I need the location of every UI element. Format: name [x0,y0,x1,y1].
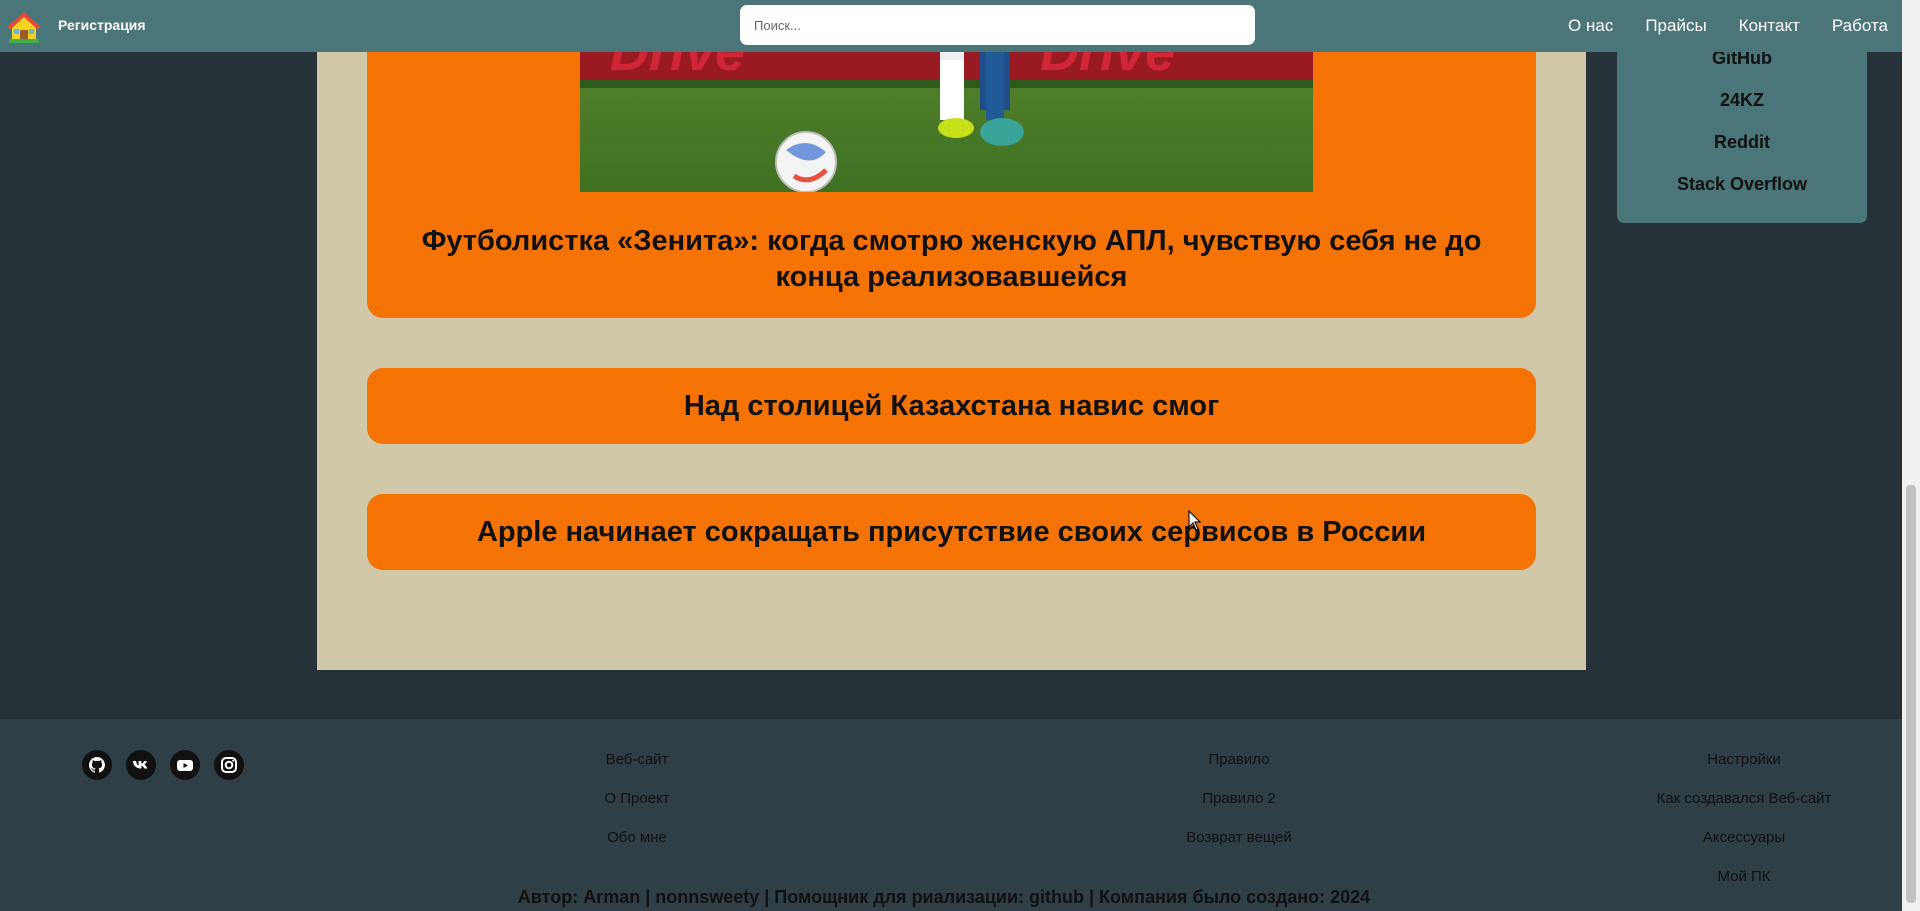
scrollbar-thumb[interactable] [1906,485,1916,903]
search-input[interactable] [740,5,1255,45]
sidebar-link-github[interactable]: GitHub [1617,48,1867,90]
vk-icon[interactable] [126,750,156,780]
footer-link-rule[interactable]: Правило [1139,750,1339,789]
footer-column-site: Веб-сайт О Проект Обо мне [537,750,737,867]
sidebar-link-24kz[interactable]: 24KZ [1617,90,1867,132]
article-title[interactable]: Над столицей Казахстана навис смог [684,388,1219,424]
footer-column-rules: Правило Правило 2 Возврат вещей [1139,750,1339,867]
house-icon[interactable] [6,10,42,44]
top-nav: О нас Прайсы Контакт Работа [1568,0,1888,52]
footer-link-returns[interactable]: Возврат вещей [1139,828,1339,867]
footer: Веб-сайт О Проект Обо мне Правило Правил… [0,719,1902,911]
article-title[interactable]: Футболистка «Зенита»: когда смотрю женск… [397,223,1506,295]
footer-link-project[interactable]: О Проект [537,789,737,828]
footer-link-rule-2[interactable]: Правило 2 [1139,789,1339,828]
instagram-icon[interactable] [214,750,244,780]
nav-item-contact[interactable]: Контакт [1739,16,1800,36]
sidebar-link-reddit[interactable]: Reddit [1617,132,1867,174]
article-title[interactable]: Apple начинает сокращать присутствие сво… [477,514,1426,550]
footer-column-settings: Настройки Как создавался Веб-сайт Аксесс… [1614,750,1874,906]
header: Регистрация О нас Прайсы Контакт Работа [0,0,1902,52]
footer-credits: Автор: Arman | nonnsweety | Помощник для… [517,887,1371,907]
article-card[interactable]: Apple начинает сокращать присутствие сво… [367,494,1536,570]
register-link[interactable]: Регистрация [58,17,146,33]
footer-link-settings[interactable]: Настройки [1614,750,1874,789]
page: Регистрация О нас Прайсы Контакт Работа [0,0,1920,911]
nav-item-prices[interactable]: Прайсы [1645,16,1706,36]
sidebar-link-stackoverflow[interactable]: Stack Overflow [1617,174,1867,216]
main-content: Drive Drive Футболистка «Зенита»: когда … [317,0,1586,670]
footer-link-website[interactable]: Веб-сайт [537,750,737,789]
footer-link-accessories[interactable]: Аксессуары [1614,828,1874,867]
youtube-icon[interactable] [170,750,200,780]
nav-item-work[interactable]: Работа [1832,16,1888,36]
github-icon[interactable] [82,750,112,780]
scrollbar[interactable] [1902,0,1920,911]
footer-link-about-me[interactable]: Обо мне [537,828,737,867]
social-links [82,750,244,780]
mouse-cursor-icon [1188,510,1202,531]
footer-link-how-made[interactable]: Как создавался Веб-сайт [1614,789,1874,828]
article-card[interactable]: Над столицей Казахстана навис смог [367,368,1536,444]
nav-item-about[interactable]: О нас [1568,16,1613,36]
